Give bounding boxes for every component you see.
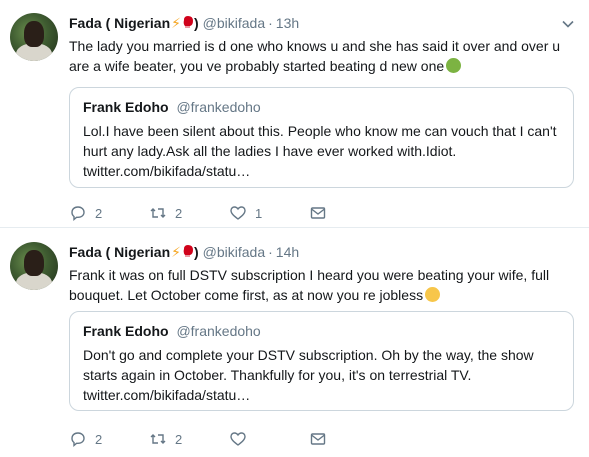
lightning-bolt-icon: ⚡ xyxy=(171,14,181,31)
author-name-suffix: ) xyxy=(193,15,199,31)
tweet[interactable]: Fada ( Nigerian ⚡ ) @bikifada · 14h Fran… xyxy=(0,229,589,457)
author-name[interactable]: Fada ( Nigerian xyxy=(69,244,170,260)
envelope-icon xyxy=(310,207,326,219)
quoted-tweet-text: Don't go and complete your DSTV subscrip… xyxy=(83,345,563,405)
reply-count: 2 xyxy=(95,431,103,447)
chevron-down-icon[interactable] xyxy=(561,17,575,31)
lightning-bolt-icon: ⚡ xyxy=(171,243,181,260)
tweet-text: The lady you married is d one who knows … xyxy=(69,36,574,76)
retweet-button[interactable]: 2 xyxy=(149,204,229,222)
author-handle[interactable]: @bikifada xyxy=(203,15,265,31)
tweet-text: Frank it was on full DSTV subscription I… xyxy=(69,265,574,305)
quoted-link[interactable]: twitter.com/bikifada/statu… xyxy=(83,163,250,179)
reply-icon xyxy=(71,206,85,222)
tweet-actions: 2 2 1 xyxy=(69,203,329,223)
boxing-glove-icon xyxy=(182,15,194,32)
boxing-glove-icon xyxy=(182,244,194,261)
quoted-author-handle: @frankedoho xyxy=(176,323,261,339)
tweet-header: Fada ( Nigerian ⚡ ) @bikifada · 14h xyxy=(69,242,299,262)
separator: · xyxy=(268,15,273,31)
like-button[interactable] xyxy=(229,430,309,448)
direct-message-button[interactable] xyxy=(309,430,329,448)
tweet-header: Fada ( Nigerian ⚡ ) @bikifada · 13h xyxy=(69,13,299,33)
retweet-count: 2 xyxy=(175,205,183,221)
author-name-suffix: ) xyxy=(193,244,199,260)
direct-message-button[interactable] xyxy=(309,204,329,222)
heart-icon xyxy=(230,206,246,220)
tweet-time[interactable]: 13h xyxy=(276,15,299,31)
nauseated-face-icon xyxy=(446,58,462,73)
quoted-tweet-header: Frank Edoho @frankedoho xyxy=(83,99,261,115)
retweet-count: 2 xyxy=(175,431,183,447)
reply-button[interactable]: 2 xyxy=(69,204,149,222)
tweet[interactable]: Fada ( Nigerian ⚡ ) @bikifada · 13h The … xyxy=(0,0,589,228)
retweet-icon xyxy=(150,208,166,218)
reply-button[interactable]: 2 xyxy=(69,430,149,448)
quoted-text-content: Don't go and complete your DSTV subscrip… xyxy=(83,347,534,383)
avatar[interactable] xyxy=(10,13,58,61)
like-button[interactable]: 1 xyxy=(229,204,309,222)
quoted-tweet-text: Lol.I have been silent about this. Peopl… xyxy=(83,121,563,181)
reply-count: 2 xyxy=(95,205,103,221)
tweet-actions: 2 2 xyxy=(69,429,329,449)
quoted-author-name: Frank Edoho xyxy=(83,99,169,115)
separator: · xyxy=(268,244,273,260)
quoted-tweet[interactable]: Frank Edoho @frankedoho Don't go and com… xyxy=(69,311,574,411)
quoted-link[interactable]: twitter.com/bikifada/statu… xyxy=(83,387,250,403)
author-handle[interactable]: @bikifada xyxy=(203,244,265,260)
quoted-author-name: Frank Edoho xyxy=(83,323,169,339)
quoted-tweet[interactable]: Frank Edoho @frankedoho Lol.I have been … xyxy=(69,87,574,188)
retweet-icon xyxy=(150,434,166,444)
quoted-text-content: Lol.I have been silent about this. Peopl… xyxy=(83,123,557,159)
quoted-tweet-header: Frank Edoho @frankedoho xyxy=(83,323,261,339)
heart-icon xyxy=(230,432,246,446)
quoted-author-handle: @frankedoho xyxy=(176,99,261,115)
face-blowing-kiss-icon xyxy=(425,287,441,302)
tweet-text-content: The lady you married is d one who knows … xyxy=(69,38,561,74)
retweet-button[interactable]: 2 xyxy=(149,430,229,448)
envelope-icon xyxy=(310,433,326,445)
author-name[interactable]: Fada ( Nigerian xyxy=(69,15,170,31)
reply-icon xyxy=(71,432,85,448)
tweet-time[interactable]: 14h xyxy=(276,244,299,260)
like-count: 1 xyxy=(255,205,263,221)
tweet-text-content: Frank it was on full DSTV subscription I… xyxy=(69,267,550,303)
avatar[interactable] xyxy=(10,242,58,290)
